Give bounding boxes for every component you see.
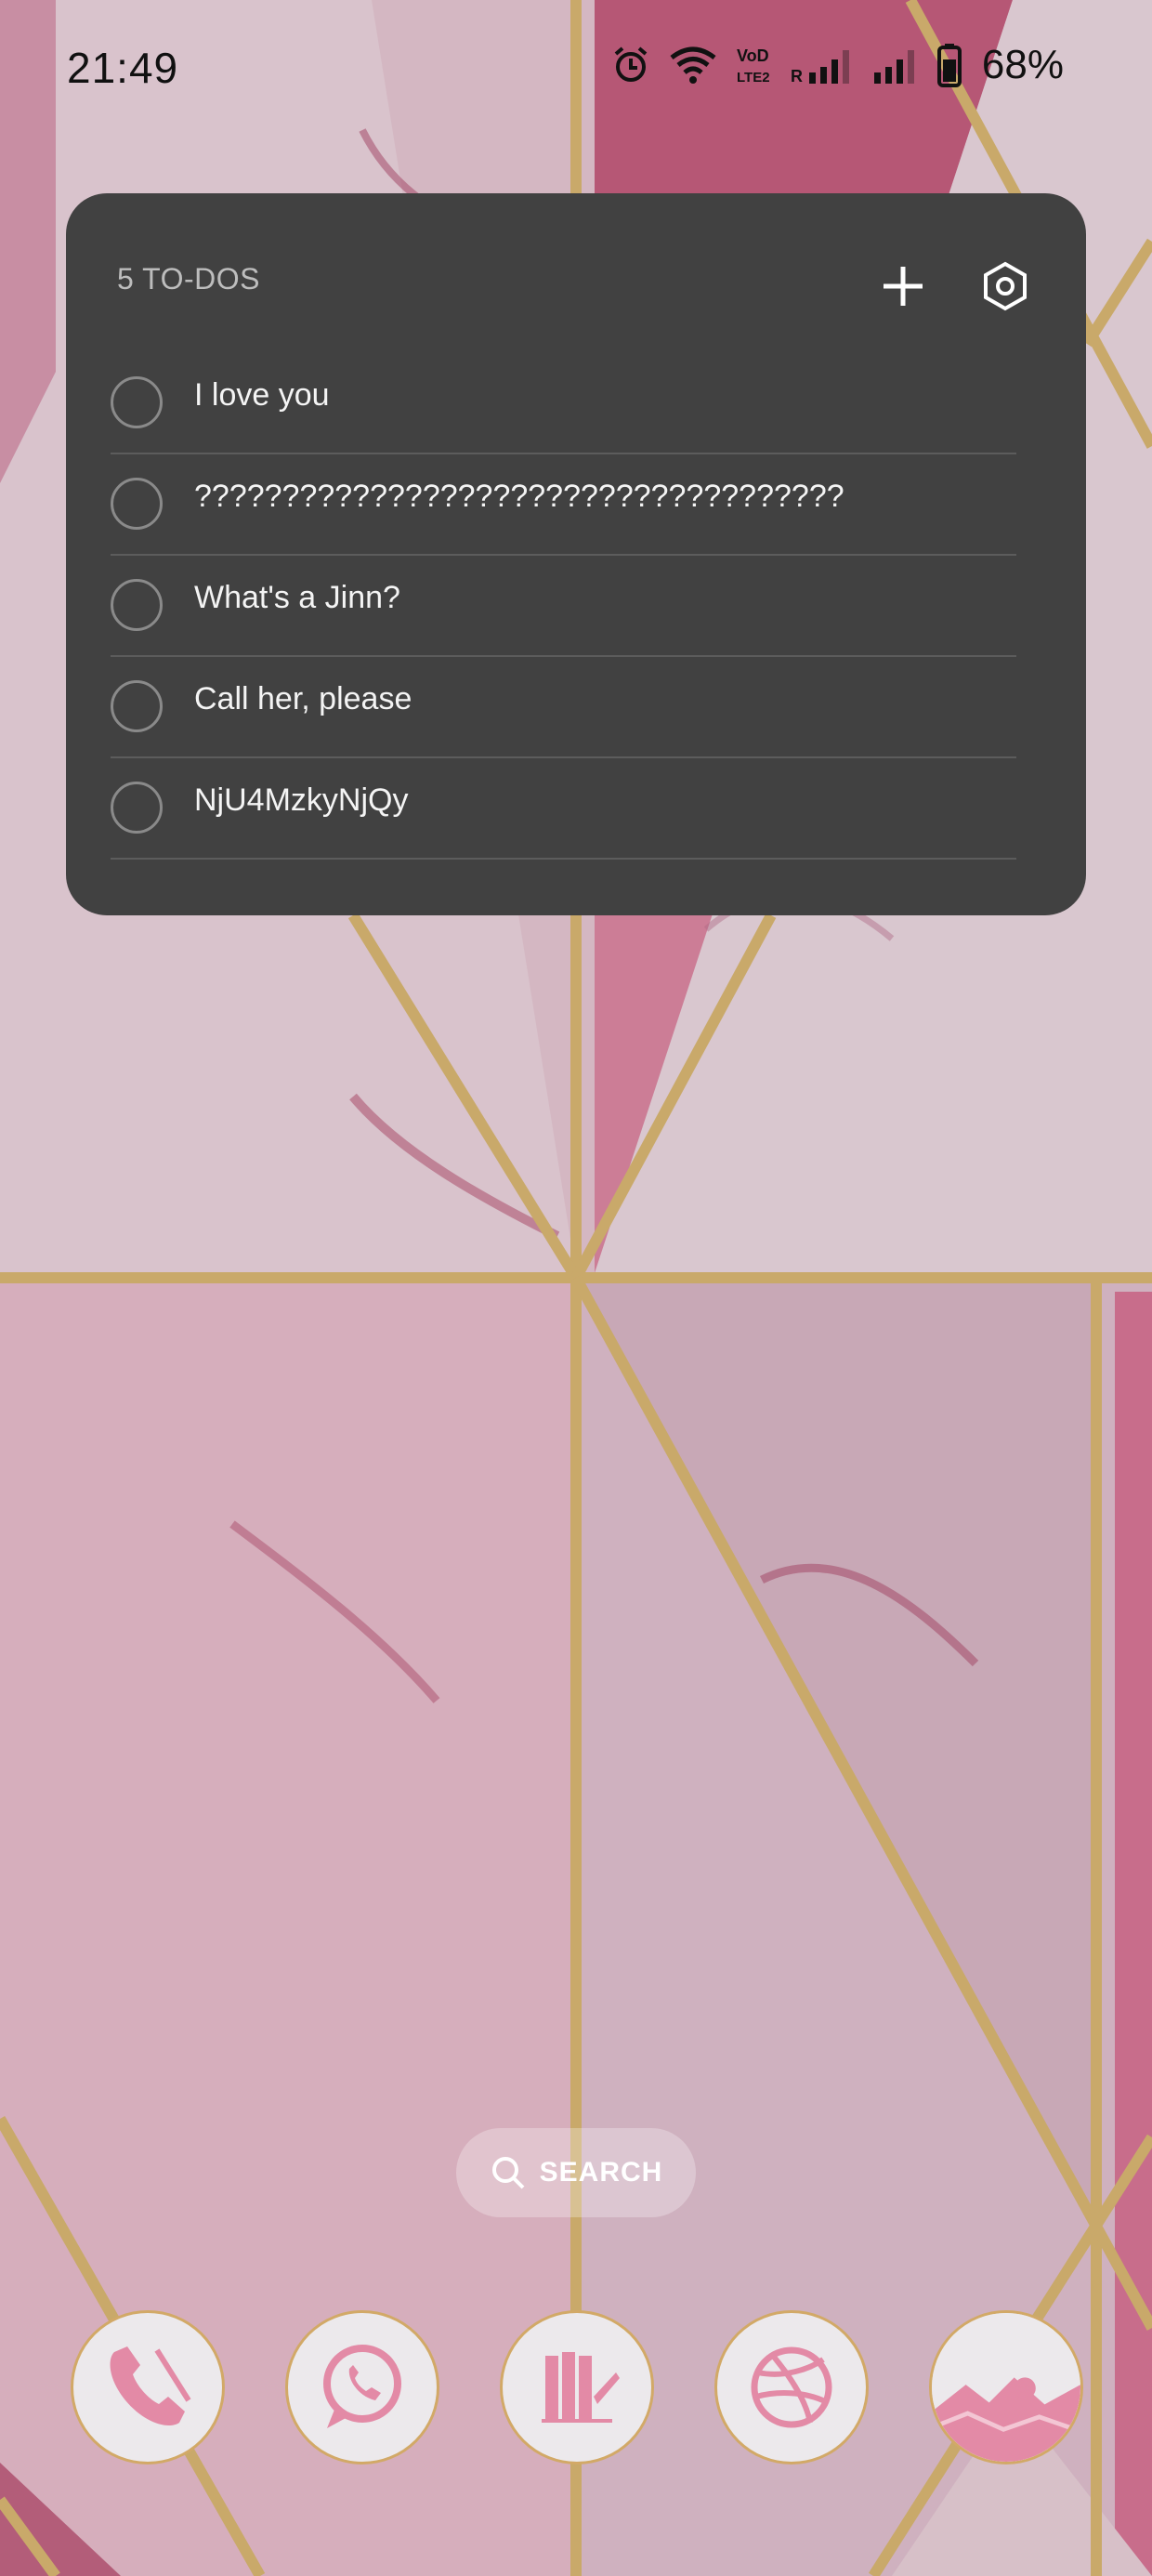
whatsapp-app-icon[interactable]	[285, 2310, 439, 2464]
battery-percent: 68%	[981, 42, 1064, 87]
todo-text[interactable]: Call her, please	[194, 681, 412, 717]
search-button[interactable]: SEARCH	[456, 2128, 696, 2217]
todo-text[interactable]: What's a Jinn?	[194, 580, 400, 616]
wifi-icon	[668, 45, 718, 85]
add-todo-button[interactable]	[870, 253, 936, 320]
settings-icon	[984, 261, 1027, 311]
todo-list: I love you ?????????????????????????????…	[111, 353, 1016, 860]
todo-widget: 5 TO-DOS I love you ????????????????????…	[66, 193, 1086, 915]
gallery-app-icon[interactable]	[929, 2310, 1083, 2464]
todo-checkbox[interactable]	[111, 680, 163, 732]
status-bar: 21:49 VoD LTE2 R 68%	[0, 0, 1152, 139]
todo-item[interactable]: Call her, please	[111, 657, 1016, 758]
dribbble-app-icon[interactable]	[714, 2310, 869, 2464]
status-icons: VoD LTE2 R 68%	[610, 39, 1064, 91]
svg-text:LTE2: LTE2	[737, 70, 770, 85]
widget-settings-button[interactable]	[972, 253, 1039, 320]
todo-item[interactable]: NjU4MzkyNjQy	[111, 758, 1016, 860]
search-label: SEARCH	[539, 2157, 663, 2188]
todo-text[interactable]: ?????????????????????????????????????	[194, 479, 844, 515]
signal-icon	[872, 45, 921, 85]
todo-item[interactable]: ?????????????????????????????????????	[111, 454, 1016, 556]
signal-roaming-icon: R	[791, 45, 856, 85]
plus-icon	[884, 267, 923, 306]
phone-app-icon[interactable]	[71, 2310, 225, 2464]
volte-icon: VoD LTE2	[735, 45, 774, 85]
castle-app-icon[interactable]	[500, 2310, 654, 2464]
svg-text:R: R	[791, 67, 803, 85]
todo-checkbox[interactable]	[111, 376, 163, 428]
battery-icon	[936, 43, 962, 87]
alarm-icon	[610, 45, 651, 85]
todo-text[interactable]: I love you	[194, 377, 330, 414]
todo-item[interactable]: I love you	[111, 353, 1016, 454]
widget-title: 5 TO-DOS	[117, 262, 260, 296]
svg-text:VoD: VoD	[737, 46, 769, 65]
todo-item[interactable]: What's a Jinn?	[111, 556, 1016, 657]
todo-text[interactable]: NjU4MzkyNjQy	[194, 782, 408, 819]
status-time: 21:49	[67, 44, 179, 92]
todo-checkbox[interactable]	[111, 579, 163, 631]
todo-checkbox[interactable]	[111, 782, 163, 834]
search-icon	[491, 2157, 525, 2189]
todo-checkbox[interactable]	[111, 478, 163, 530]
